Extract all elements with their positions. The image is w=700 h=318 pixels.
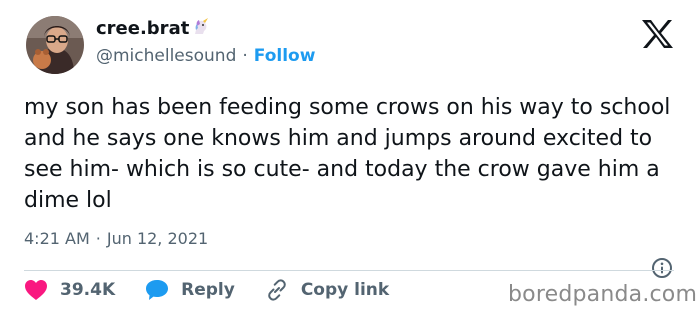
divider <box>24 270 674 271</box>
avatar[interactable] <box>26 16 84 74</box>
display-name[interactable]: cree.brat <box>96 18 189 39</box>
tweet-timestamp[interactable]: 4:21 AM · Jun 12, 2021 <box>24 229 208 248</box>
unicorn-icon <box>191 16 211 40</box>
tweet-date[interactable]: Jun 12, 2021 <box>107 229 208 248</box>
tweet-text: my son has been feeding some crows on hi… <box>24 95 671 213</box>
info-icon[interactable] <box>651 257 673 279</box>
tweet-time[interactable]: 4:21 AM <box>24 229 90 248</box>
x-logo-icon[interactable] <box>640 19 674 49</box>
like-count: 39.4K <box>60 280 116 300</box>
copy-link-button[interactable]: Copy link <box>265 279 389 301</box>
like-button[interactable]: 39.4K <box>24 279 115 301</box>
handle-row: @michellesound · Follow <box>96 46 315 66</box>
link-icon <box>268 279 286 301</box>
reply-button[interactable]: Reply <box>145 279 235 301</box>
copy-link-label: Copy link <box>300 280 390 300</box>
heart-icon <box>25 280 47 300</box>
reply-label: Reply <box>181 280 235 300</box>
reply-bubble-icon <box>146 280 169 300</box>
separator-dot: · <box>95 229 101 248</box>
separator-dot: · <box>242 46 248 66</box>
tweet-actions: 39.4K Reply Copy link <box>24 275 419 305</box>
handle[interactable]: @michellesound <box>96 46 236 66</box>
author-name-row: cree.brat <box>96 16 211 40</box>
follow-button[interactable]: Follow <box>254 46 316 66</box>
watermark: boredpanda.com <box>508 282 698 307</box>
